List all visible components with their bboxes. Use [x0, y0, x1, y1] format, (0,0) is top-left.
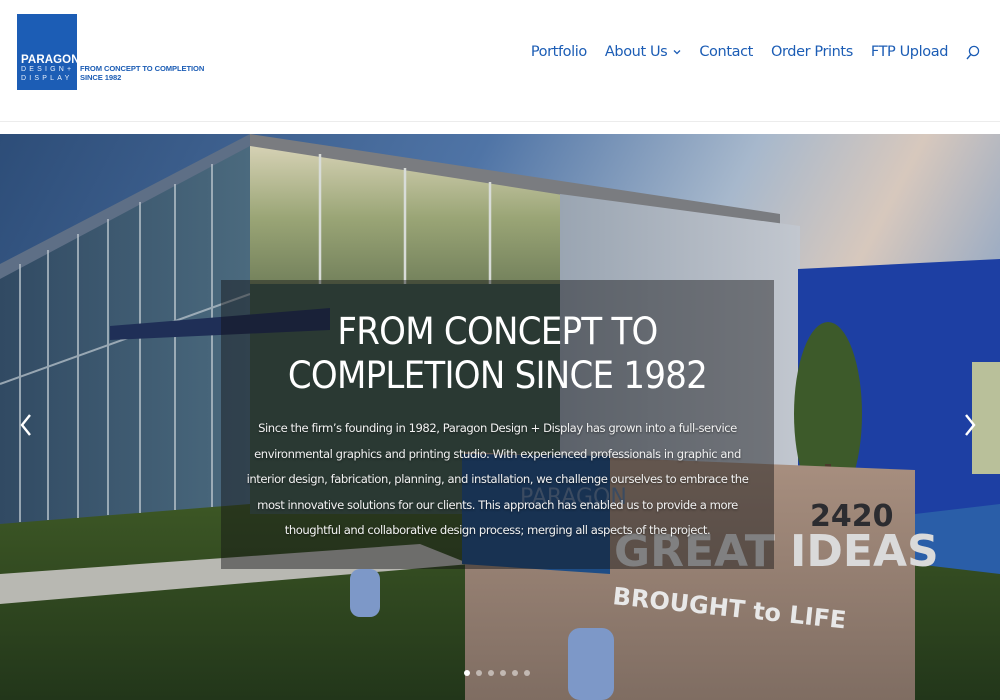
search-icon — [966, 45, 980, 60]
landscape-light — [350, 569, 380, 617]
logo-tagline-line-1: FROM CONCEPT TO COMPLETION — [80, 64, 205, 73]
nav-item-portfolio[interactable]: Portfolio — [531, 44, 587, 60]
slider-dot[interactable] — [524, 670, 530, 676]
site-logo[interactable]: PARAGON DESIGN+ DISPLAY FROM CONCEPT TO … — [17, 14, 204, 90]
chevron-left-icon — [20, 414, 31, 436]
slider-dot[interactable] — [476, 670, 482, 676]
nav-item-label: Contact — [699, 44, 753, 60]
search-button[interactable] — [966, 43, 980, 61]
logo-tagline: FROM CONCEPT TO COMPLETION SINCE 1982 — [80, 64, 204, 82]
header-spacer — [0, 122, 1000, 134]
nav-item-about-us[interactable]: About Us — [605, 44, 681, 60]
site-header: PARAGON DESIGN+ DISPLAY FROM CONCEPT TO … — [0, 0, 1000, 122]
logo-mark: PARAGON DESIGN+ DISPLAY — [17, 14, 80, 90]
nav-item-ftp-upload[interactable]: FTP Upload — [870, 44, 949, 60]
hero-title: FROM CONCEPT TO COMPLETION SINCE 1982 — [243, 310, 752, 398]
logo-line-display: DISPLAY — [21, 74, 73, 82]
hero-title-line-1: FROM CONCEPT TO — [337, 310, 658, 353]
slider-dot[interactable] — [488, 670, 494, 676]
hero-description: Since the firm’s founding in 1982, Parag… — [246, 421, 749, 537]
nav-item-label: Portfolio — [530, 44, 587, 60]
logo-line-design: DESIGN+ — [21, 66, 75, 73]
slider-dot[interactable] — [512, 670, 518, 676]
nav-item-label: Order Prints — [770, 44, 853, 60]
sign-address-number: 2420 — [810, 499, 894, 534]
logo-tagline-line-2: SINCE 1982 — [80, 73, 122, 82]
slider-pagination — [464, 670, 536, 676]
nav-item-label: About Us — [604, 44, 668, 60]
main-nav: Portfolio About Us Contact Order Prints … — [531, 40, 980, 64]
hero-slider: GREAT IDEAS BROUGHT to LIFE 2420 PARAGON… — [0, 134, 1000, 700]
slider-next-button[interactable] — [960, 410, 984, 440]
nav-item-contact[interactable]: Contact — [699, 44, 753, 60]
landscape-light — [568, 628, 614, 700]
chevron-right-icon — [965, 414, 976, 436]
logo-wordmark: PARAGON — [21, 54, 80, 66]
chevron-down-icon — [673, 48, 681, 58]
slider-dot[interactable] — [500, 670, 506, 676]
nav-item-label: FTP Upload — [870, 44, 949, 60]
nav-item-order-prints[interactable]: Order Prints — [771, 44, 853, 60]
slider-dot[interactable] — [464, 670, 470, 676]
hero-title-line-2: COMPLETION SINCE 1982 — [287, 354, 708, 397]
slider-prev-button[interactable] — [14, 410, 38, 440]
